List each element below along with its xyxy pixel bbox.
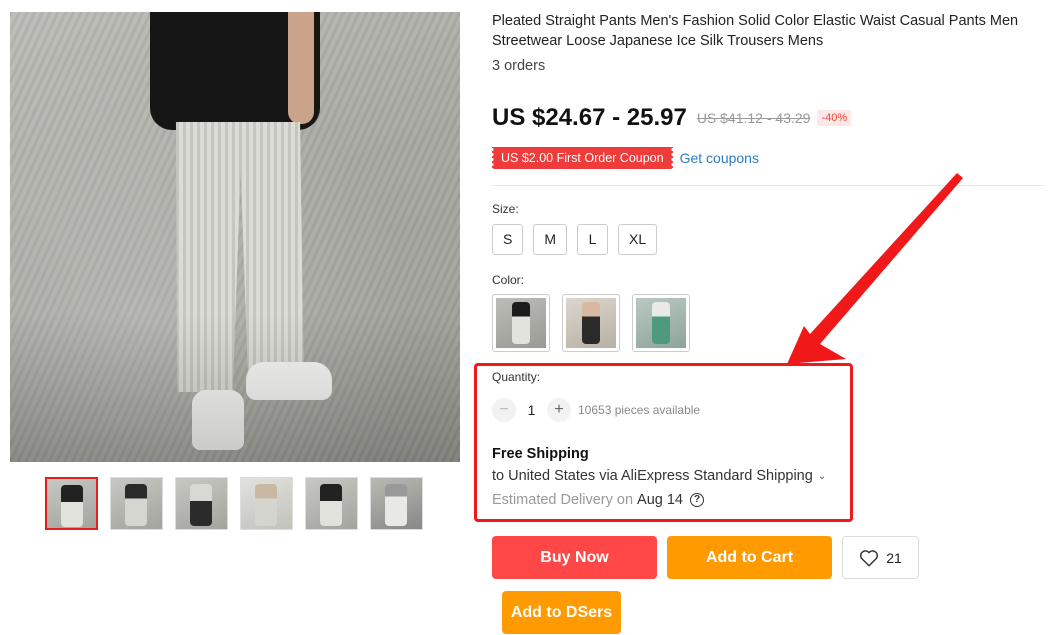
buy-now-button[interactable]: Buy Now	[492, 536, 657, 579]
add-to-cart-button[interactable]: Add to Cart	[667, 536, 832, 579]
wishlist-count: 21	[886, 549, 902, 566]
heart-icon	[860, 549, 879, 567]
arrow-shape	[787, 173, 963, 364]
wishlist-button[interactable]: 21	[842, 536, 919, 579]
add-to-dsers-button[interactable]: Add to DSers	[502, 591, 621, 634]
